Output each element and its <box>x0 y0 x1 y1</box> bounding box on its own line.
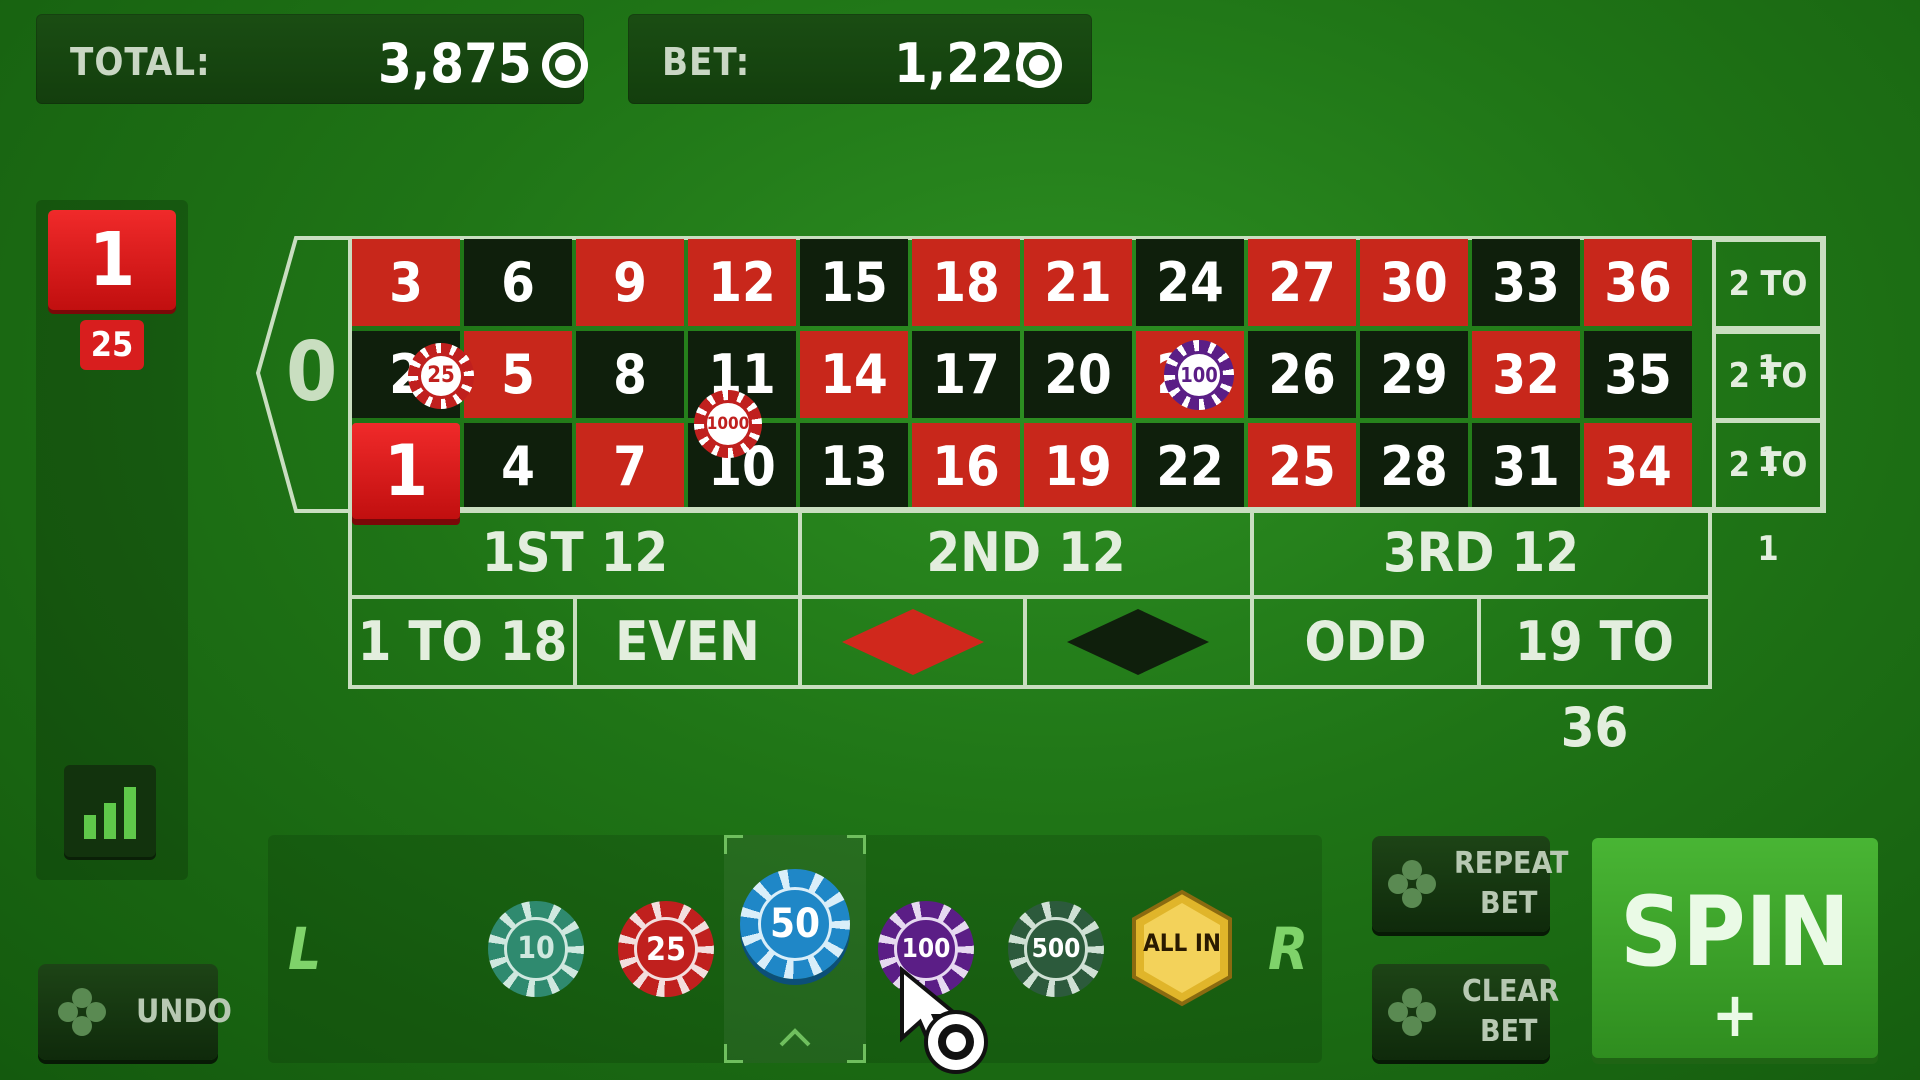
clear-bet-label-line1: CLEAR <box>1462 974 1560 1009</box>
clover-icon <box>58 988 106 1036</box>
all-in-chip[interactable]: ALL IN <box>1130 889 1234 1007</box>
chip-10[interactable]: 10 <box>488 901 584 997</box>
number-cell-22[interactable]: 22 <box>1136 423 1244 510</box>
number-cell-34[interactable]: 34 <box>1584 423 1692 510</box>
number-cell-17[interactable]: 17 <box>912 331 1020 418</box>
spin-plus-icon: + <box>1711 978 1759 1051</box>
chip-50[interactable]: 50 <box>740 869 850 979</box>
last-bet-badge: 25 <box>80 320 144 370</box>
number-cell-35[interactable]: 35 <box>1584 331 1692 418</box>
number-cell-21[interactable]: 21 <box>1024 239 1132 326</box>
scroll-left-button[interactable]: L <box>288 915 321 983</box>
number-cell-5[interactable]: 5 <box>464 331 572 418</box>
odd-bet[interactable]: ODD <box>1250 595 1481 689</box>
total-label: TOTAL: <box>70 40 211 84</box>
number-cell-16[interactable]: 16 <box>912 423 1020 510</box>
scroll-right-button[interactable]: R <box>1268 915 1308 983</box>
column-bet-top[interactable]: 2 TO 1 <box>1712 238 1824 388</box>
chip-25[interactable]: 25 <box>618 901 714 997</box>
chip-500[interactable]: 500 <box>1008 901 1104 997</box>
black-bet[interactable] <box>1023 595 1254 689</box>
number-cell-28[interactable]: 28 <box>1360 423 1468 510</box>
placed-chip[interactable]: 1000 <box>694 390 762 458</box>
number-cell-19[interactable]: 19 <box>1024 423 1132 510</box>
number-cell-3[interactable]: 3 <box>352 239 460 326</box>
clear-bet-button[interactable]: CLEAR BET <box>1372 964 1559 1060</box>
number-cell-12[interactable]: 12 <box>688 239 796 326</box>
chip-label: 500 <box>1031 934 1081 964</box>
chevron-up-icon <box>779 1028 811 1047</box>
repeat-bet-button[interactable]: REPEAT BET <box>1372 836 1568 932</box>
chip-label: 25 <box>645 930 687 968</box>
high-bet[interactable]: 19 TO 36 <box>1477 595 1712 759</box>
repeat-bet-label-line2: BET <box>1480 886 1538 921</box>
undo-label: UNDO <box>136 992 232 1030</box>
number-cell-18[interactable]: 18 <box>912 239 1020 326</box>
dozen-bet-third[interactable]: 3RD 12 <box>1250 507 1712 599</box>
clear-bet-label-line2: BET <box>1480 1014 1538 1049</box>
chip-value: 100 <box>1180 363 1218 387</box>
history-panel: 1 25 <box>36 200 188 880</box>
red-diamond-icon <box>842 609 984 675</box>
bet-label: BET: <box>662 40 751 84</box>
number-cell-4[interactable]: 4 <box>464 423 572 510</box>
placed-chip[interactable]: 25 <box>408 343 474 409</box>
column-bet-middle[interactable]: 2 TO 1 <box>1712 330 1824 480</box>
number-cell-33[interactable]: 33 <box>1472 239 1580 326</box>
number-cell-27[interactable]: 27 <box>1248 239 1356 326</box>
chip-label: 50 <box>769 901 821 947</box>
number-cell-14[interactable]: 14 <box>800 331 908 418</box>
column-bet-bottom[interactable]: 2 TO 1 <box>1712 419 1824 569</box>
clover-icon <box>1388 988 1436 1036</box>
number-cell-8[interactable]: 8 <box>576 331 684 418</box>
number-cell-7[interactable]: 7 <box>576 423 684 510</box>
red-bet[interactable] <box>798 595 1027 689</box>
number-cell-6[interactable]: 6 <box>464 239 572 326</box>
placed-chip[interactable]: 100 <box>1164 340 1234 410</box>
even-bet[interactable]: EVEN <box>573 595 802 689</box>
number-cell-15[interactable]: 15 <box>800 239 908 326</box>
number-cell-36[interactable]: 36 <box>1584 239 1692 326</box>
bet-panel: BET: 1,225 <box>628 14 1092 104</box>
dozen-bet-first[interactable]: 1ST 12 <box>348 507 802 599</box>
number-cell-30[interactable]: 30 <box>1360 239 1468 326</box>
coin-icon <box>1016 42 1062 88</box>
chip-value: 1000 <box>706 414 750 434</box>
chip-value: 25 <box>427 363 455 388</box>
repeat-bet-label-line1: REPEAT <box>1454 846 1569 881</box>
total-panel: TOTAL: 3,875 <box>36 14 588 104</box>
coin-icon <box>542 42 588 88</box>
undo-button[interactable]: UNDO <box>38 964 232 1060</box>
zero-cell[interactable]: 0 <box>286 325 346 420</box>
last-result-badge: 1 <box>48 210 176 310</box>
number-cell-29[interactable]: 29 <box>1360 331 1468 418</box>
bar-chart-icon <box>84 787 136 839</box>
number-cell-9[interactable]: 9 <box>576 239 684 326</box>
number-cell-20[interactable]: 20 <box>1024 331 1132 418</box>
chip-label: 100 <box>901 934 951 964</box>
chip-rack: L R 10 25 50 100 500 ALL IN <box>268 835 1322 1063</box>
number-cell-31[interactable]: 31 <box>1472 423 1580 510</box>
dozen-bet-second[interactable]: 2ND 12 <box>798 507 1254 599</box>
number-cell-26[interactable]: 26 <box>1248 331 1356 418</box>
spin-label: SPIN <box>1620 876 1850 988</box>
number-cell-24[interactable]: 24 <box>1136 239 1244 326</box>
stats-button[interactable] <box>64 765 156 857</box>
spin-button[interactable]: SPIN + <box>1592 838 1878 1058</box>
number-cell-1[interactable]: 1 <box>352 423 460 519</box>
number-cell-13[interactable]: 13 <box>800 423 908 510</box>
chip-label: 10 <box>517 931 555 966</box>
low-bet[interactable]: 1 TO 18 <box>348 595 577 689</box>
pointer-cursor-icon <box>900 966 988 1074</box>
all-in-label: ALL IN <box>1143 929 1221 957</box>
black-diamond-icon <box>1067 609 1209 675</box>
number-cell-32[interactable]: 32 <box>1472 331 1580 418</box>
number-cell-25[interactable]: 25 <box>1248 423 1356 510</box>
total-value: 3,875 <box>378 32 532 95</box>
clover-icon <box>1388 860 1436 908</box>
